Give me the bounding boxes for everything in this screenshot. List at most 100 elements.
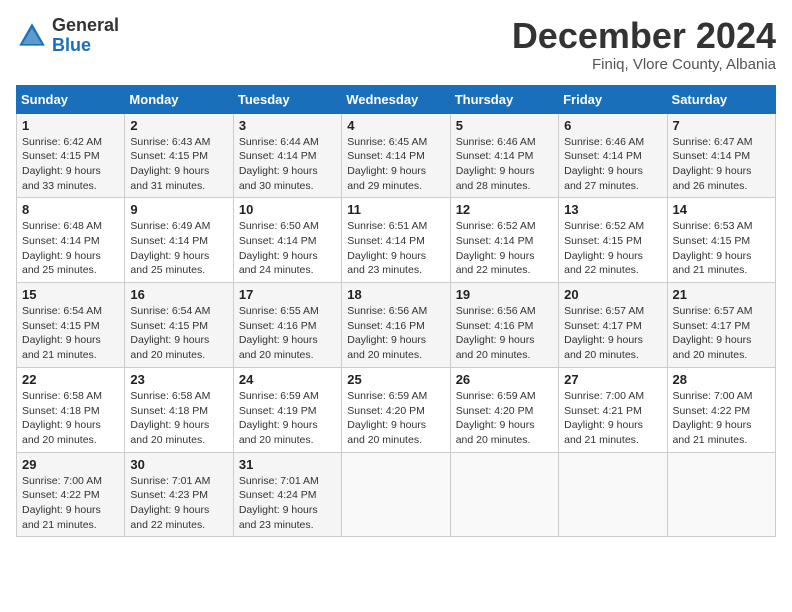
calendar-header-row: SundayMondayTuesdayWednesdayThursdayFrid… xyxy=(17,85,776,113)
calendar-cell: 2 Sunrise: 6:43 AMSunset: 4:15 PMDayligh… xyxy=(125,113,233,198)
day-info: Sunrise: 6:53 AMSunset: 4:15 PMDaylight:… xyxy=(673,220,753,276)
calendar-cell: 7 Sunrise: 6:47 AMSunset: 4:14 PMDayligh… xyxy=(667,113,775,198)
calendar-cell: 27 Sunrise: 7:00 AMSunset: 4:21 PMDaylig… xyxy=(559,367,667,452)
logo: General Blue xyxy=(16,16,119,56)
header-thursday: Thursday xyxy=(450,85,558,113)
day-number: 3 xyxy=(239,118,336,133)
location-title: Finiq, Vlore County, Albania xyxy=(512,56,776,73)
day-info: Sunrise: 7:01 AMSunset: 4:24 PMDaylight:… xyxy=(239,475,319,531)
day-info: Sunrise: 6:59 AMSunset: 4:19 PMDaylight:… xyxy=(239,390,319,446)
day-number: 16 xyxy=(130,287,227,302)
calendar-cell xyxy=(667,452,775,537)
day-info: Sunrise: 6:48 AMSunset: 4:14 PMDaylight:… xyxy=(22,220,102,276)
header-friday: Friday xyxy=(559,85,667,113)
day-number: 1 xyxy=(22,118,119,133)
day-number: 30 xyxy=(130,457,227,472)
day-info: Sunrise: 6:54 AMSunset: 4:15 PMDaylight:… xyxy=(22,305,102,361)
day-info: Sunrise: 7:00 AMSunset: 4:21 PMDaylight:… xyxy=(564,390,644,446)
calendar-cell: 26 Sunrise: 6:59 AMSunset: 4:20 PMDaylig… xyxy=(450,367,558,452)
day-number: 10 xyxy=(239,202,336,217)
day-number: 2 xyxy=(130,118,227,133)
calendar-cell: 4 Sunrise: 6:45 AMSunset: 4:14 PMDayligh… xyxy=(342,113,450,198)
day-number: 17 xyxy=(239,287,336,302)
day-info: Sunrise: 6:51 AMSunset: 4:14 PMDaylight:… xyxy=(347,220,427,276)
logo-general: General xyxy=(52,16,119,36)
day-number: 25 xyxy=(347,372,444,387)
calendar-cell: 5 Sunrise: 6:46 AMSunset: 4:14 PMDayligh… xyxy=(450,113,558,198)
day-number: 23 xyxy=(130,372,227,387)
calendar-cell: 25 Sunrise: 6:59 AMSunset: 4:20 PMDaylig… xyxy=(342,367,450,452)
calendar-cell: 20 Sunrise: 6:57 AMSunset: 4:17 PMDaylig… xyxy=(559,283,667,368)
header: General Blue December 2024 Finiq, Vlore … xyxy=(16,16,776,73)
day-number: 26 xyxy=(456,372,553,387)
calendar-cell: 10 Sunrise: 6:50 AMSunset: 4:14 PMDaylig… xyxy=(233,198,341,283)
day-info: Sunrise: 7:00 AMSunset: 4:22 PMDaylight:… xyxy=(22,475,102,531)
calendar-cell: 28 Sunrise: 7:00 AMSunset: 4:22 PMDaylig… xyxy=(667,367,775,452)
calendar-cell xyxy=(559,452,667,537)
calendar-cell: 12 Sunrise: 6:52 AMSunset: 4:14 PMDaylig… xyxy=(450,198,558,283)
day-info: Sunrise: 6:52 AMSunset: 4:15 PMDaylight:… xyxy=(564,220,644,276)
calendar-cell: 19 Sunrise: 6:56 AMSunset: 4:16 PMDaylig… xyxy=(450,283,558,368)
day-number: 29 xyxy=(22,457,119,472)
day-number: 28 xyxy=(673,372,770,387)
header-wednesday: Wednesday xyxy=(342,85,450,113)
day-number: 15 xyxy=(22,287,119,302)
week-row-1: 1 Sunrise: 6:42 AMSunset: 4:15 PMDayligh… xyxy=(17,113,776,198)
day-number: 6 xyxy=(564,118,661,133)
logo-blue: Blue xyxy=(52,36,119,56)
calendar-cell: 18 Sunrise: 6:56 AMSunset: 4:16 PMDaylig… xyxy=(342,283,450,368)
calendar-cell: 11 Sunrise: 6:51 AMSunset: 4:14 PMDaylig… xyxy=(342,198,450,283)
day-number: 20 xyxy=(564,287,661,302)
calendar-cell: 9 Sunrise: 6:49 AMSunset: 4:14 PMDayligh… xyxy=(125,198,233,283)
day-info: Sunrise: 6:52 AMSunset: 4:14 PMDaylight:… xyxy=(456,220,536,276)
day-info: Sunrise: 6:54 AMSunset: 4:15 PMDaylight:… xyxy=(130,305,210,361)
calendar-cell: 23 Sunrise: 6:58 AMSunset: 4:18 PMDaylig… xyxy=(125,367,233,452)
month-title: December 2024 xyxy=(512,16,776,56)
day-number: 12 xyxy=(456,202,553,217)
calendar-cell: 1 Sunrise: 6:42 AMSunset: 4:15 PMDayligh… xyxy=(17,113,125,198)
day-info: Sunrise: 6:50 AMSunset: 4:14 PMDaylight:… xyxy=(239,220,319,276)
day-info: Sunrise: 6:57 AMSunset: 4:17 PMDaylight:… xyxy=(673,305,753,361)
day-number: 31 xyxy=(239,457,336,472)
calendar-cell: 24 Sunrise: 6:59 AMSunset: 4:19 PMDaylig… xyxy=(233,367,341,452)
calendar-cell: 16 Sunrise: 6:54 AMSunset: 4:15 PMDaylig… xyxy=(125,283,233,368)
day-number: 8 xyxy=(22,202,119,217)
day-number: 18 xyxy=(347,287,444,302)
day-number: 4 xyxy=(347,118,444,133)
week-row-3: 15 Sunrise: 6:54 AMSunset: 4:15 PMDaylig… xyxy=(17,283,776,368)
day-info: Sunrise: 6:49 AMSunset: 4:14 PMDaylight:… xyxy=(130,220,210,276)
day-number: 9 xyxy=(130,202,227,217)
day-number: 13 xyxy=(564,202,661,217)
week-row-4: 22 Sunrise: 6:58 AMSunset: 4:18 PMDaylig… xyxy=(17,367,776,452)
logo-text: General Blue xyxy=(52,16,119,56)
day-info: Sunrise: 6:58 AMSunset: 4:18 PMDaylight:… xyxy=(130,390,210,446)
day-info: Sunrise: 6:43 AMSunset: 4:15 PMDaylight:… xyxy=(130,136,210,192)
day-info: Sunrise: 7:00 AMSunset: 4:22 PMDaylight:… xyxy=(673,390,753,446)
header-saturday: Saturday xyxy=(667,85,775,113)
calendar-cell: 17 Sunrise: 6:55 AMSunset: 4:16 PMDaylig… xyxy=(233,283,341,368)
calendar-cell: 13 Sunrise: 6:52 AMSunset: 4:15 PMDaylig… xyxy=(559,198,667,283)
day-info: Sunrise: 6:59 AMSunset: 4:20 PMDaylight:… xyxy=(456,390,536,446)
calendar-cell: 14 Sunrise: 6:53 AMSunset: 4:15 PMDaylig… xyxy=(667,198,775,283)
day-info: Sunrise: 6:45 AMSunset: 4:14 PMDaylight:… xyxy=(347,136,427,192)
day-info: Sunrise: 6:42 AMSunset: 4:15 PMDaylight:… xyxy=(22,136,102,192)
header-tuesday: Tuesday xyxy=(233,85,341,113)
day-info: Sunrise: 6:46 AMSunset: 4:14 PMDaylight:… xyxy=(564,136,644,192)
day-info: Sunrise: 6:44 AMSunset: 4:14 PMDaylight:… xyxy=(239,136,319,192)
calendar-cell: 22 Sunrise: 6:58 AMSunset: 4:18 PMDaylig… xyxy=(17,367,125,452)
day-number: 11 xyxy=(347,202,444,217)
calendar-cell: 15 Sunrise: 6:54 AMSunset: 4:15 PMDaylig… xyxy=(17,283,125,368)
calendar-cell: 31 Sunrise: 7:01 AMSunset: 4:24 PMDaylig… xyxy=(233,452,341,537)
day-info: Sunrise: 6:58 AMSunset: 4:18 PMDaylight:… xyxy=(22,390,102,446)
calendar-cell: 8 Sunrise: 6:48 AMSunset: 4:14 PMDayligh… xyxy=(17,198,125,283)
day-info: Sunrise: 6:56 AMSunset: 4:16 PMDaylight:… xyxy=(347,305,427,361)
day-number: 7 xyxy=(673,118,770,133)
day-number: 27 xyxy=(564,372,661,387)
day-number: 21 xyxy=(673,287,770,302)
day-info: Sunrise: 6:56 AMSunset: 4:16 PMDaylight:… xyxy=(456,305,536,361)
header-sunday: Sunday xyxy=(17,85,125,113)
header-monday: Monday xyxy=(125,85,233,113)
day-number: 19 xyxy=(456,287,553,302)
calendar-cell: 30 Sunrise: 7:01 AMSunset: 4:23 PMDaylig… xyxy=(125,452,233,537)
calendar: SundayMondayTuesdayWednesdayThursdayFrid… xyxy=(16,85,776,538)
